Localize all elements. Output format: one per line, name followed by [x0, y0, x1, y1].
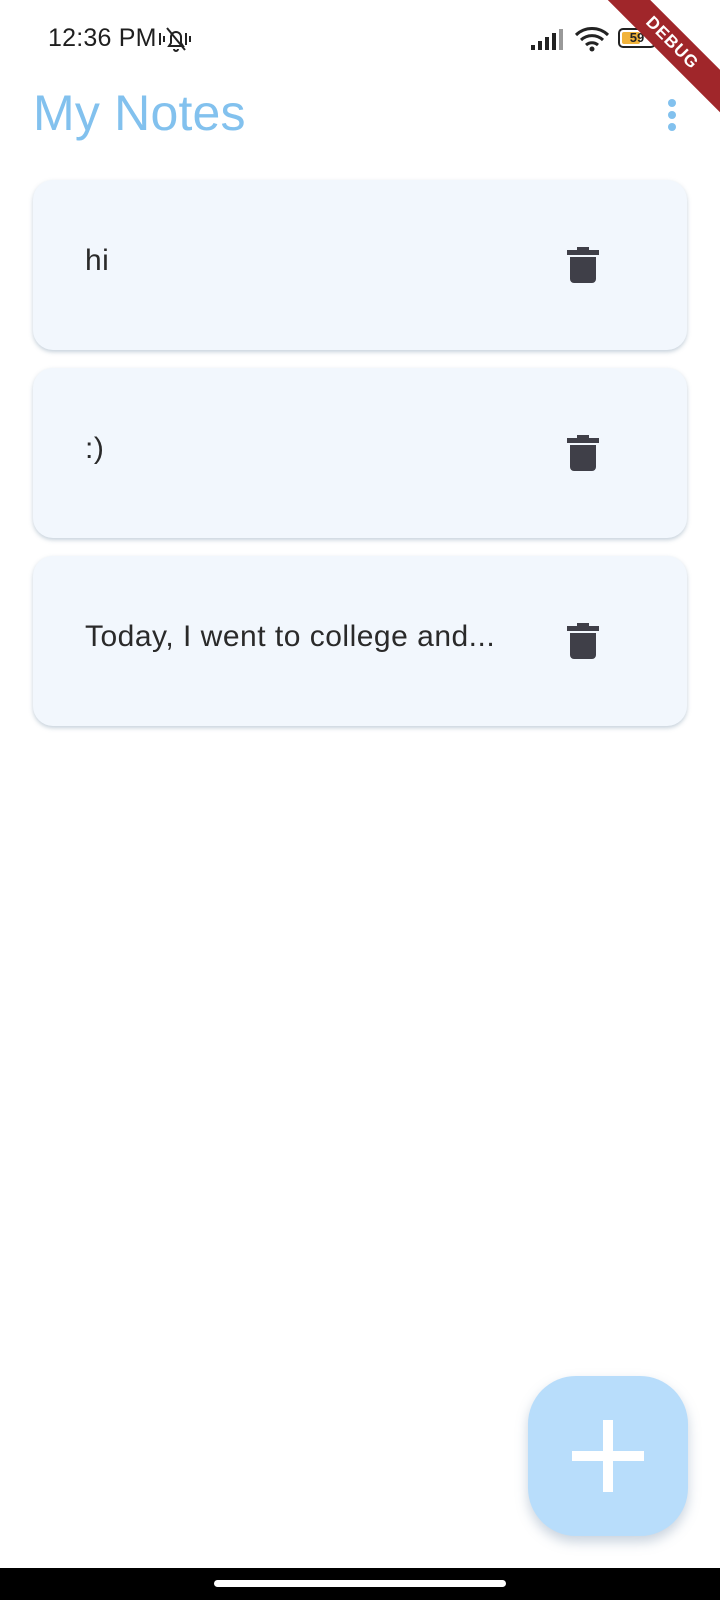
- note-card[interactable]: hi: [33, 180, 687, 350]
- plus-icon: [572, 1420, 644, 1492]
- trash-icon[interactable]: [563, 432, 603, 472]
- page-title: My Notes: [33, 85, 246, 141]
- signal-icon: [531, 29, 563, 50]
- system-nav-bar: [0, 1568, 720, 1600]
- more-vert-icon[interactable]: [660, 98, 684, 138]
- note-text: hi: [85, 244, 110, 277]
- trash-icon[interactable]: [563, 244, 603, 284]
- note-list: hi :) Today, I went to college and...: [33, 180, 687, 744]
- mute-icon: [159, 27, 191, 52]
- note-text: Today, I went to college and...: [85, 620, 496, 653]
- home-indicator[interactable]: [214, 1580, 506, 1587]
- note-card[interactable]: Today, I went to college and...: [33, 556, 687, 726]
- wifi-icon: [574, 27, 610, 52]
- status-bar: 12:36 PM 59: [0, 0, 720, 80]
- add-note-button[interactable]: [528, 1376, 688, 1536]
- note-card[interactable]: :): [33, 368, 687, 538]
- trash-icon[interactable]: [563, 620, 603, 660]
- note-text: :): [85, 432, 105, 465]
- status-time: 12:36 PM: [48, 24, 157, 52]
